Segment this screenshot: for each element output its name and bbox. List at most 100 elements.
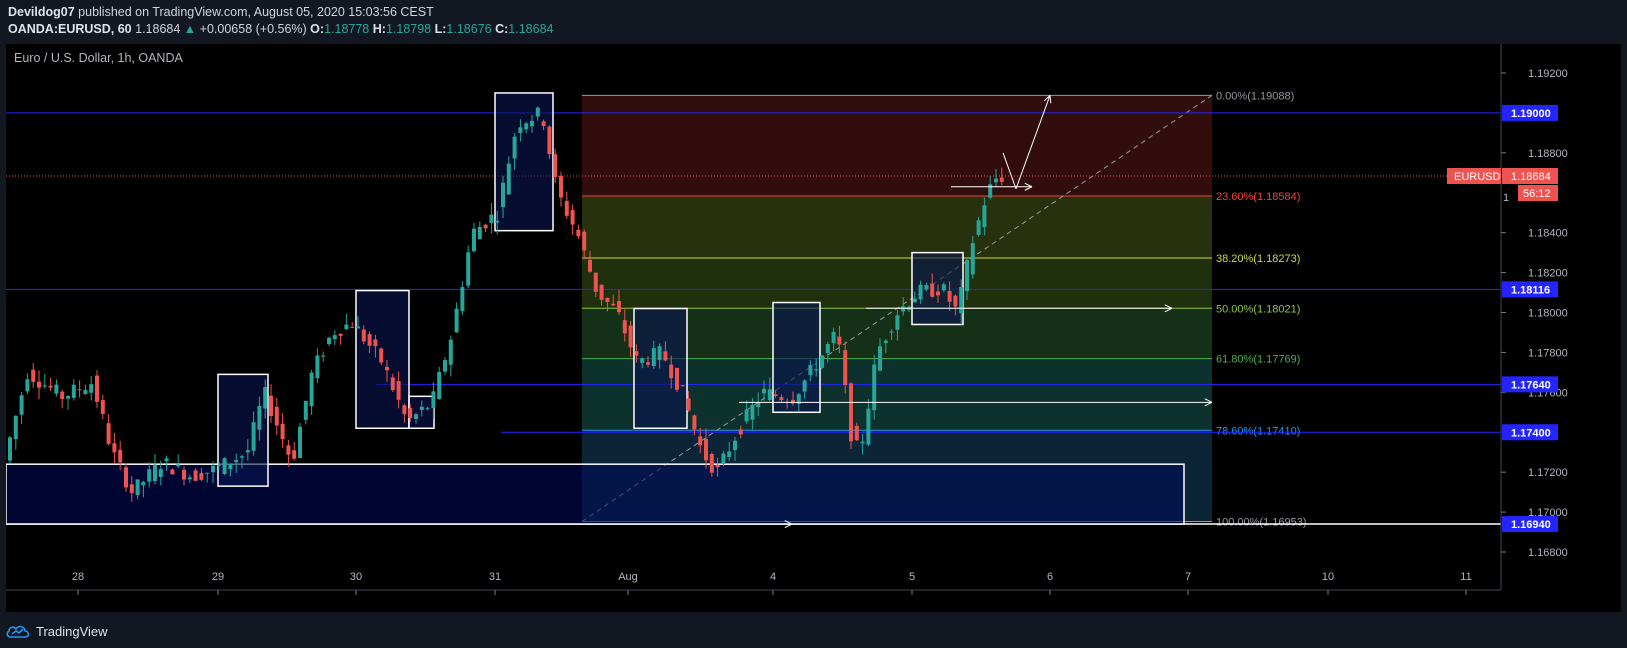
symbol-name[interactable]: OANDA:EURUSD, 60: [8, 22, 132, 36]
candle-body: [721, 453, 726, 464]
candle-body: [408, 408, 413, 419]
candle-body: [472, 228, 476, 252]
candle-body: [414, 414, 418, 419]
candle-body: [611, 303, 616, 306]
candle-body: [454, 308, 459, 333]
candle-body: [222, 458, 227, 475]
candle-body: [60, 391, 65, 400]
candle-body: [959, 287, 964, 314]
author-name[interactable]: Devildog07: [8, 5, 75, 19]
candle-body: [825, 344, 830, 354]
zone-box: [772, 301, 821, 414]
candle-body: [849, 383, 853, 442]
candle-body: [153, 464, 157, 482]
candle-body: [883, 340, 888, 344]
candle-body: [135, 479, 140, 496]
candle-body: [982, 205, 987, 228]
candle-body: [390, 377, 395, 391]
price-tick-label: 1.18400: [1528, 228, 1568, 240]
candle-body: [669, 364, 674, 379]
published-text: published on TradingView.com, August 05,…: [78, 5, 434, 19]
candle-body: [675, 367, 679, 390]
candle-body: [889, 331, 894, 333]
zone-box: [633, 307, 688, 430]
candle-body: [936, 291, 940, 296]
symbol-tag-label: EURUSD: [1454, 171, 1501, 183]
candle-body: [564, 200, 569, 216]
fib-zone: [582, 95, 1212, 196]
candle-body: [541, 121, 546, 127]
fib-zone: [582, 258, 1212, 309]
candle-body: [588, 259, 592, 272]
candle-body: [489, 214, 494, 224]
time-tick-label: 11: [1460, 571, 1471, 583]
fib-zone: [582, 195, 1212, 259]
candle-body: [651, 348, 656, 367]
candle-body: [912, 298, 917, 303]
candle-body: [698, 436, 703, 446]
candle-body: [158, 469, 163, 477]
candle-body: [425, 407, 430, 409]
candle-body: [112, 443, 117, 453]
candle-body: [269, 395, 273, 417]
candle-body: [559, 175, 563, 198]
zone-box: [494, 92, 554, 232]
candle-body: [802, 380, 807, 392]
candle-body: [66, 396, 70, 399]
candle-body: [593, 272, 598, 292]
chart-area[interactable]: 0.00%(1.19088) 23.60%(1.18584) 38.20%(1.18…: [5, 44, 1621, 612]
candle-body: [999, 177, 1004, 182]
time-tick-label: 6: [1047, 571, 1053, 583]
candle-body: [547, 126, 552, 154]
level-price-tag-label: 1.18116: [1511, 284, 1550, 296]
candle-body: [25, 379, 30, 392]
candle-body: [274, 406, 279, 426]
fib-level-label: 61.80%(1.17769): [1216, 354, 1300, 366]
fib-level-label: 78.60%(1.17410): [1216, 425, 1300, 437]
candle-body: [106, 423, 111, 444]
candle-body: [744, 409, 749, 422]
candle-body: [814, 369, 819, 371]
candle-body: [599, 284, 604, 300]
time-tick-label: 29: [212, 571, 224, 583]
candle-body: [240, 456, 244, 458]
candle-body: [228, 464, 233, 470]
candle-body: [42, 385, 47, 387]
candle-body: [733, 440, 737, 451]
candle-body: [483, 224, 488, 229]
candle-body: [501, 182, 505, 208]
candle-body: [622, 320, 627, 334]
candle-body: [866, 408, 871, 445]
candle-body: [727, 451, 732, 458]
candle-body: [118, 449, 123, 463]
candle-body: [791, 399, 795, 404]
level-price-tag-label: 1.17400: [1511, 427, 1551, 439]
candle-body: [321, 355, 326, 357]
candle-body: [918, 284, 923, 300]
candle-body: [605, 297, 610, 302]
candle-body: [216, 465, 221, 467]
fib-level-label: 23.60%(1.18584): [1216, 191, 1300, 203]
candle-body: [738, 429, 743, 435]
candle-body: [309, 372, 314, 407]
candle-body: [930, 283, 935, 297]
price-tick-label: 1.17800: [1528, 347, 1568, 359]
candle-body: [466, 252, 471, 286]
candle-body: [762, 388, 766, 394]
time-tick-label: 10: [1322, 571, 1334, 583]
tradingview-logo[interactable]: TradingView: [6, 620, 108, 642]
candle-body: [419, 406, 424, 411]
candle-body: [373, 339, 378, 347]
price-tick-label: 1.16800: [1528, 547, 1568, 559]
candle-body: [332, 335, 337, 340]
price-chart[interactable]: 0.00%(1.19088) 23.60%(1.18584) 38.20%(1.18…: [5, 44, 1621, 612]
candle-body: [837, 336, 842, 345]
candle-body: [199, 473, 204, 480]
candle-body: [19, 395, 24, 415]
candle-body: [976, 220, 981, 235]
price-tick-label: 1.19200: [1528, 68, 1568, 80]
candle-body: [13, 415, 18, 440]
candle-body: [182, 469, 186, 480]
candle-body: [860, 441, 865, 444]
candle-body: [164, 458, 169, 462]
